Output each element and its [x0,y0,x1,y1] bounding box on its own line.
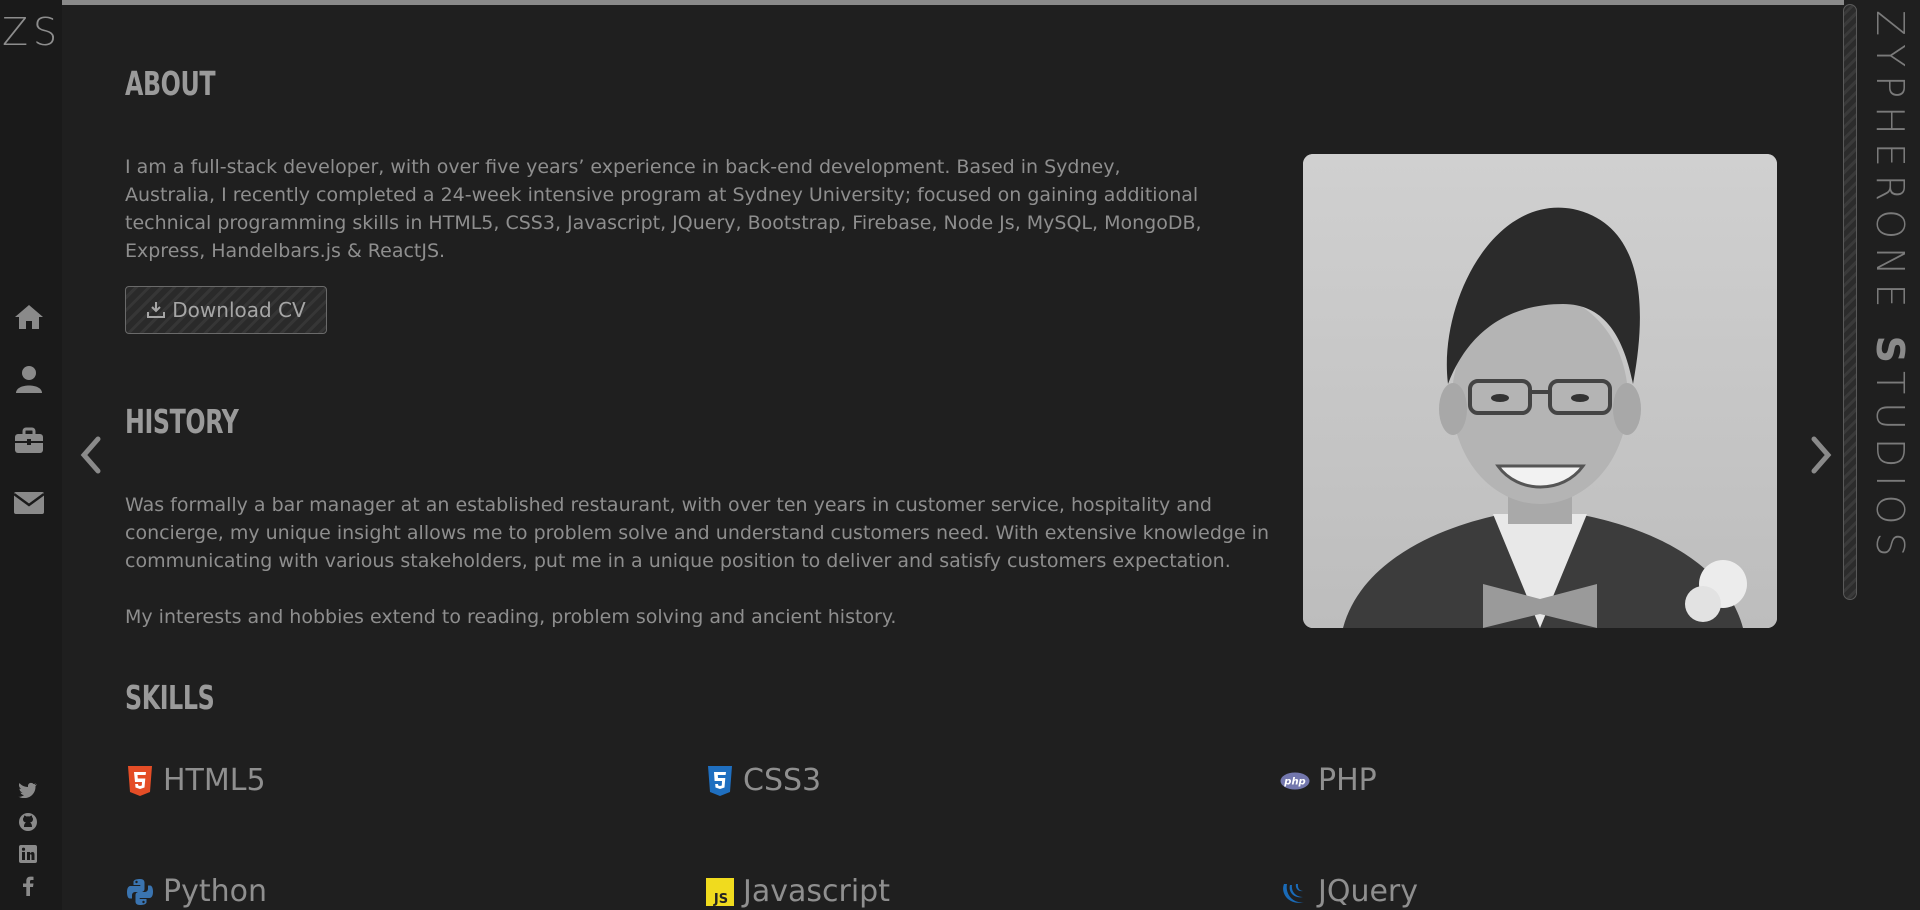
jquery-icon [1280,877,1310,907]
php-icon: php [1280,766,1310,796]
scrollbar[interactable] [1843,4,1857,600]
facebook-icon[interactable] [18,876,38,896]
html5-icon [125,765,155,796]
previous-arrow[interactable] [72,430,108,480]
left-sidebar: ZS [0,0,62,910]
download-cv-label: Download CV [172,298,306,322]
skill-label: CSS3 [743,763,822,798]
next-arrow[interactable] [1804,430,1840,480]
skill-php: php PHP [1280,763,1377,798]
linkedin-icon[interactable] [18,844,38,864]
about-text: I am a full-stack developer, with over f… [125,156,1202,262]
svg-text:php: php [1283,776,1305,787]
skill-label: HTML5 [163,763,266,798]
top-progress-bar [62,0,1844,5]
brand-suffix: TUDIOS [1868,370,1912,565]
skills-heading: SKILLS [125,678,215,717]
svg-text:JS: JS [713,892,728,906]
skill-python: Python [125,874,267,909]
profile-photo [1303,154,1777,628]
briefcase-icon[interactable] [12,424,46,458]
skill-html5: HTML5 [125,763,266,798]
github-icon[interactable] [18,812,38,832]
download-cv-button[interactable]: Download CV [125,286,327,334]
skill-label: PHP [1318,763,1377,798]
css3-icon [705,765,735,796]
twitter-icon[interactable] [18,780,38,800]
user-icon[interactable] [12,362,46,396]
skill-css3: CSS3 [705,763,821,798]
history-heading: HISTORY [125,402,239,441]
brand-prefix: ZYPHERONE [1868,10,1912,316]
history-text: Was formally a bar manager at an establi… [125,494,1269,572]
site-logo[interactable]: ZS [2,10,62,54]
vertical-brand-name: ZYPHERONE STUDIOS [1868,10,1912,565]
envelope-icon[interactable] [12,486,46,520]
brand-bold-letter: S [1868,335,1912,371]
history-hobbies-text: My interests and hobbies extend to readi… [125,606,897,628]
download-icon [147,302,166,318]
skill-label: Javascript [743,874,890,909]
skill-javascript: JS Javascript [705,874,890,909]
skill-label: Python [163,874,267,909]
javascript-icon: JS [705,877,735,907]
about-heading: ABOUT [125,64,216,103]
home-icon[interactable] [12,300,46,334]
skill-label: JQuery [1318,874,1419,909]
python-icon [125,877,155,907]
skill-jquery: JQuery [1280,874,1418,909]
main-content: ABOUT I am a full-stack developer, with … [62,0,1858,910]
